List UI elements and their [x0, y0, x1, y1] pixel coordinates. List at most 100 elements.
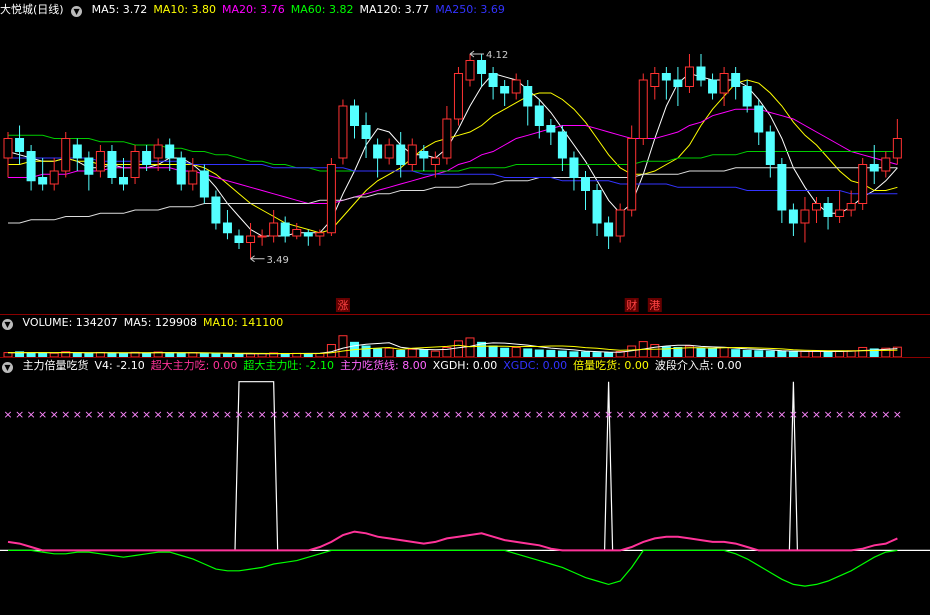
- candle-body: [453, 73, 463, 120]
- spike-signal: [234, 381, 279, 551]
- accumulation-line-mark: ×: [673, 408, 682, 421]
- ma-line-ma20: [8, 108, 898, 204]
- ma-label-2: MA20: 3.76: [222, 3, 285, 16]
- accumulation-line-mark: ×: [858, 408, 867, 421]
- candle-body: [684, 66, 694, 87]
- accumulation-line-mark: ×: [419, 408, 428, 421]
- ma-label-3: MA60: 3.82: [290, 3, 354, 16]
- accumulation-line-mark: ×: [535, 408, 544, 421]
- accumulation-line-mark: ×: [154, 408, 163, 421]
- candle-body: [373, 144, 383, 159]
- candle-body: [835, 209, 845, 217]
- volume-bar: [488, 345, 498, 357]
- candle-body: [719, 73, 729, 94]
- candle-body: [3, 138, 13, 159]
- accumulation-line-mark: ×: [292, 408, 301, 421]
- candle-body: [95, 151, 105, 172]
- accumulation-line-mark: ×: [592, 408, 601, 421]
- collapse-icon[interactable]: ▼: [2, 319, 13, 330]
- vol-label-0: VOLUME: 134207: [22, 316, 118, 329]
- candle-body: [731, 73, 741, 87]
- indicator-panel-header: ▼ 主力倍量吃货 V4: -2.10 超大主力吃: 0.00 超大主力吐: -2.10…: [0, 358, 754, 374]
- event-marker: 涨: [337, 299, 348, 312]
- ind-label-6: XGDC: 0.00: [503, 359, 568, 372]
- candle-body: [788, 209, 798, 224]
- candle-body: [846, 203, 856, 211]
- candle-body: [361, 125, 371, 139]
- candle-body: [604, 222, 614, 237]
- candle-body: [419, 151, 429, 159]
- volume-bar: [523, 348, 533, 357]
- candle-body: [303, 232, 313, 237]
- candle-body: [500, 86, 510, 94]
- volume-bar: [731, 349, 741, 357]
- accumulation-line-mark: ×: [546, 408, 555, 421]
- accumulation-line-mark: ×: [789, 408, 798, 421]
- volume-bar: [361, 345, 371, 357]
- accumulation-line-mark: ×: [569, 408, 578, 421]
- candle-body: [615, 209, 625, 237]
- accumulation-line-mark: ×: [234, 408, 243, 421]
- accumulation-line-mark: ×: [442, 408, 451, 421]
- collapse-icon[interactable]: ▼: [2, 362, 13, 373]
- accumulation-line-mark: ×: [177, 408, 186, 421]
- candle-body: [326, 164, 336, 234]
- event-marker: 港: [649, 299, 660, 312]
- candle-body: [742, 86, 752, 107]
- candle-body: [153, 144, 163, 159]
- volume-bar: [511, 346, 521, 357]
- accumulation-line-mark: ×: [685, 408, 694, 421]
- accumulation-line-mark: ×: [743, 408, 752, 421]
- candle-body: [823, 203, 833, 217]
- accumulation-line-mark: ×: [38, 408, 47, 421]
- candle-body: [257, 235, 267, 238]
- accumulation-line-mark: ×: [84, 408, 93, 421]
- ma-label-0: MA5: 3.72: [91, 3, 148, 16]
- accumulation-line-mark: ×: [696, 408, 705, 421]
- candle-body: [581, 177, 590, 191]
- accumulation-line-mark: ×: [812, 408, 821, 421]
- candle-body: [49, 170, 59, 185]
- candle-body: [777, 164, 787, 211]
- volume-bar: [407, 348, 417, 357]
- volume-bar: [546, 349, 556, 357]
- buy-line: [7, 530, 898, 552]
- volume-bar: [534, 349, 544, 357]
- vol-label-1: MA5: 129908: [123, 316, 197, 329]
- collapse-icon[interactable]: ▼: [71, 6, 83, 17]
- volume-bar: [696, 347, 706, 357]
- ma-line-ma120: [8, 167, 898, 224]
- volume-indicators: VOLUME: 134207 MA5: 129908 MA10: 141100: [23, 316, 290, 329]
- volume-bar: [396, 349, 406, 357]
- accumulation-line-mark: ×: [512, 408, 521, 421]
- candle-body: [557, 131, 567, 159]
- volume-bar: [384, 347, 394, 357]
- accumulation-line-mark: ×: [15, 408, 24, 421]
- ind-label-5: XGDH: 0.00: [432, 359, 498, 372]
- candle-body: [442, 118, 452, 159]
- candle-body: [269, 222, 279, 237]
- accumulation-line-mark: ×: [327, 408, 336, 421]
- candle-body: [384, 144, 394, 159]
- candle-body: [338, 105, 348, 159]
- accumulation-line-mark: ×: [223, 408, 232, 421]
- volume-bar: [719, 346, 729, 357]
- accumulation-line-mark: ×: [627, 408, 636, 421]
- volume-bar: [453, 340, 463, 357]
- accumulation-line-mark: ×: [731, 408, 740, 421]
- accumulation-line-mark: ×: [823, 408, 832, 421]
- candle-body: [858, 164, 868, 204]
- candle-body: [84, 157, 94, 175]
- volume-bar: [742, 349, 752, 357]
- volume-bar: [373, 348, 383, 357]
- candle-body: [211, 196, 221, 224]
- candle-body: [61, 138, 71, 172]
- candle-body: [812, 203, 821, 211]
- candle-body: [142, 151, 152, 165]
- accumulation-line-mark: ×: [281, 408, 290, 421]
- ind-label-3: 超大主力吐: -2.10: [243, 359, 335, 372]
- accumulation-line-mark: ×: [408, 408, 417, 421]
- accumulation-line-mark: ×: [61, 408, 70, 421]
- sell-line: [8, 549, 898, 587]
- accumulation-line-mark: ×: [165, 408, 174, 421]
